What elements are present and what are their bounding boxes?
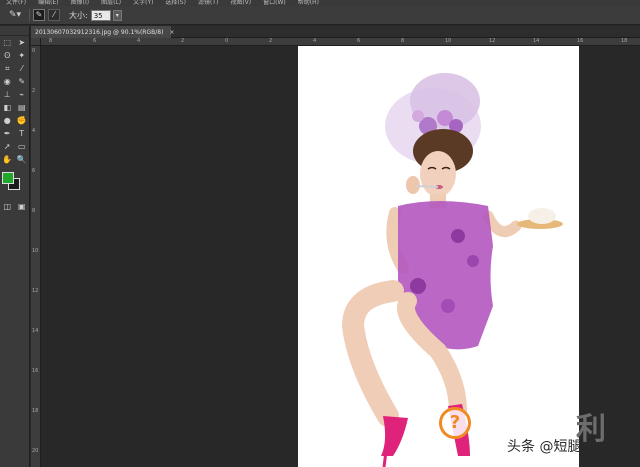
canvas-area[interactable] xyxy=(41,46,640,467)
ruler-tick-label: 4 xyxy=(32,128,36,134)
ruler-tick-label: 10 xyxy=(32,248,39,254)
ruler-tick-label: 6 xyxy=(357,38,361,44)
ruler-tick-label: 8 xyxy=(49,38,53,44)
ruler-tick-label: 2 xyxy=(181,38,185,44)
ruler-tick-label: 4 xyxy=(137,38,141,44)
gradient-icon[interactable]: ▤ xyxy=(15,101,30,114)
ruler-tick-label: 18 xyxy=(32,408,39,414)
close-tab-icon[interactable]: × xyxy=(169,29,174,36)
photo-content xyxy=(341,73,563,467)
horizontal-ruler[interactable]: 864202468101214161820 xyxy=(41,38,640,46)
shape-tool-icon[interactable]: ▭ xyxy=(15,140,30,153)
blur-tool-icon[interactable]: ● xyxy=(0,114,15,127)
ruler-tick-label: 2 xyxy=(32,88,36,94)
brush-mode-icon[interactable]: ✎ xyxy=(33,9,45,21)
hand-tool-icon[interactable]: ✋ xyxy=(0,153,15,166)
tool-preset-picker[interactable]: ✎▾ xyxy=(4,9,26,22)
ruler-tick-label: 0 xyxy=(225,38,229,44)
ruler-tick-label: 10 xyxy=(445,38,452,44)
size-dropdown-button[interactable]: ▾ xyxy=(112,9,122,21)
dodge-tool-icon[interactable]: ✊ xyxy=(15,114,30,127)
tools-panel: ⬚ ➤ ʘ ✦ ⌗ ⁄ ◉ ✎ ⊥ ⌁ ◧ ▤ ● ✊ ✒ T ➚ ▭ ✋ 🔍 ◫ ▣ xyxy=(0,26,30,467)
magic-wand-icon[interactable]: ✦ xyxy=(15,49,30,62)
size-input[interactable]: 35 xyxy=(90,9,111,21)
ruler-tick-label: 16 xyxy=(577,38,584,44)
vertical-ruler[interactable]: 0 2 4 6 8 10 12 14 16 18 20 xyxy=(31,46,41,467)
type-tool-icon[interactable]: T xyxy=(15,127,30,140)
ruler-tick-label: 18 xyxy=(621,38,628,44)
panel-grip[interactable] xyxy=(0,26,29,36)
move-arrow-icon[interactable]: ➤ xyxy=(15,36,30,49)
document-tab-title: 20130607032912316.jpg @ 90.1%(RGB/8) xyxy=(35,28,164,36)
zoom-tool-icon[interactable]: 🔍 xyxy=(15,153,30,166)
path-select-icon[interactable]: ➚ xyxy=(0,140,15,153)
document-tab-bar: 20130607032912316.jpg @ 90.1%(RGB/8) × xyxy=(31,26,640,38)
history-brush-icon[interactable]: ⌁ xyxy=(15,88,30,101)
ruler-tick-label: 0 xyxy=(32,48,36,54)
quick-mask-icon[interactable]: ◫ xyxy=(0,200,15,213)
move-tool-icon[interactable]: ⬚ xyxy=(0,36,15,49)
screen-mode-icon[interactable]: ▣ xyxy=(15,200,30,213)
ruler-corner[interactable] xyxy=(31,38,41,46)
ruler-tick-label: 16 xyxy=(32,368,39,374)
ruler-tick-label: 6 xyxy=(93,38,97,44)
ruler-tick-label: 8 xyxy=(401,38,405,44)
lasso-tool-icon[interactable]: ʘ xyxy=(0,49,15,62)
airbrush-mode-icon[interactable]: ⁄ xyxy=(48,9,60,21)
foreground-color-swatch[interactable] xyxy=(2,172,14,184)
eraser-icon[interactable]: ◧ xyxy=(0,101,15,114)
color-swatches xyxy=(0,170,29,200)
clone-stamp-icon[interactable]: ⊥ xyxy=(0,88,15,101)
ruler-tick-label: 12 xyxy=(489,38,496,44)
crop-tool-icon[interactable]: ⌗ xyxy=(0,62,15,75)
divider xyxy=(29,9,30,21)
ruler-tick-label: 20 xyxy=(32,448,39,454)
ruler-tick-label: 14 xyxy=(32,328,39,334)
ruler-tick-label: 14 xyxy=(533,38,540,44)
document-tab[interactable]: 20130607032912316.jpg @ 90.1%(RGB/8) × xyxy=(31,26,174,38)
watermark-logo-icon: ? xyxy=(439,407,471,439)
brush-tool-icon[interactable]: ✎ xyxy=(15,75,30,88)
ruler-tick-label: 12 xyxy=(32,288,39,294)
ruler-tick-label: 6 xyxy=(32,168,36,174)
ruler-tick-label: 8 xyxy=(32,208,36,214)
watermark-side-char: 利 xyxy=(576,412,606,447)
options-bar: ✎▾ ✎ ⁄ 大小: 35 ▾ xyxy=(0,6,640,25)
ruler-tick-label: 2 xyxy=(269,38,273,44)
pen-tool-icon[interactable]: ✒ xyxy=(0,127,15,140)
size-label: 大小: xyxy=(69,10,88,20)
document-canvas[interactable] xyxy=(298,46,579,467)
ruler-tick-label: 4 xyxy=(313,38,317,44)
eyedropper-icon[interactable]: ⁄ xyxy=(15,62,30,75)
photoshop-window: 文件(F) 编辑(E) 图像(I) 图层(L) 文字(Y) 选择(S) 滤镜(T) 视图(V)… xyxy=(0,0,640,467)
healing-brush-icon[interactable]: ◉ xyxy=(0,75,15,88)
